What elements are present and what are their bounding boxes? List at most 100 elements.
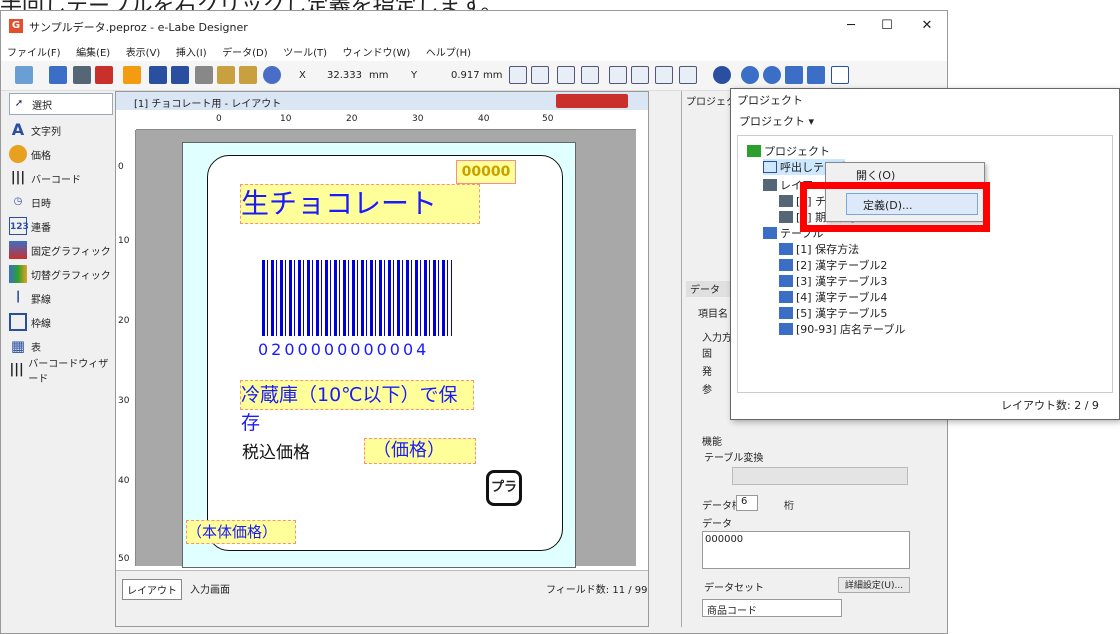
minimize-button[interactable]: ─	[831, 15, 871, 37]
fit-page-icon[interactable]	[785, 66, 803, 84]
tab-input[interactable]: 入力画面	[190, 581, 230, 596]
align-top-icon[interactable]	[609, 66, 627, 84]
line-icon: ┃	[14, 292, 22, 303]
counter-field[interactable]: 00000	[456, 160, 516, 184]
tool-select[interactable]: ➚ 選択	[9, 93, 113, 115]
align-center-icon[interactable]	[557, 66, 575, 84]
align-left-icon[interactable]	[509, 66, 527, 84]
tool-fixed-graphic[interactable]: 固定グラフィック	[9, 239, 113, 261]
close-button[interactable]: ✕	[907, 15, 947, 37]
menu-edit[interactable]: 編集(E)	[70, 41, 116, 62]
distribute-v-icon[interactable]	[679, 66, 697, 84]
radio-reference[interactable]: 参	[702, 381, 712, 396]
menu-file[interactable]: ファイル(F)	[1, 41, 67, 62]
tree-root[interactable]: プロジェクト	[747, 143, 830, 159]
menu-help[interactable]: ヘルプ(H)	[420, 41, 477, 62]
radio-fixed[interactable]: 固	[702, 345, 712, 360]
context-open[interactable]: 開く(O)	[856, 167, 895, 183]
tool-barcode[interactable]: ||| バーコード	[9, 167, 113, 189]
tree-table-1[interactable]: [1] 保存方法	[779, 241, 859, 257]
document-window-controls[interactable]	[556, 94, 628, 108]
ruler-tick: 40	[478, 114, 490, 124]
redo-icon[interactable]	[171, 66, 189, 84]
y-value[interactable]: 0.917	[451, 70, 480, 81]
grid-icon[interactable]	[831, 66, 849, 84]
price-icon	[9, 145, 27, 163]
radio-issue[interactable]: 発	[702, 363, 712, 378]
print-icon[interactable]	[95, 66, 113, 84]
tree-table-3[interactable]: [3] 漢字テーブル3	[779, 273, 887, 289]
zoom-out-icon[interactable]	[763, 66, 781, 84]
item-name-label: 項目名	[698, 309, 728, 320]
cut-icon[interactable]	[195, 66, 213, 84]
undo-icon[interactable]	[149, 66, 167, 84]
help-icon[interactable]	[263, 66, 281, 84]
tree-label: [90-93] 店名テーブル	[796, 323, 906, 336]
storage-field[interactable]: 冷蔵庫（10℃以下）で保存	[240, 380, 474, 434]
tool-serial[interactable]: 123 連番	[9, 215, 113, 237]
layout-canvas[interactable]: 00000 生チョコレート 0200000000004 冷蔵庫（10℃以下）で保…	[136, 130, 636, 568]
tree-table-4[interactable]: [4] 漢字テーブル4	[779, 289, 887, 305]
tool-label: 連番	[31, 222, 51, 234]
tree-table-6[interactable]: [90-93] 店名テーブル	[779, 321, 905, 337]
distribute-icon[interactable]	[581, 66, 599, 84]
tool-switch-graphic[interactable]: 切替グラフィック	[9, 263, 113, 285]
tool-datetime[interactable]: ◷ 日時	[9, 191, 113, 213]
paste-icon[interactable]	[239, 66, 257, 84]
table-convert-select[interactable]	[732, 467, 908, 485]
tool-table[interactable]: ▦ 表	[9, 335, 113, 357]
maximize-button[interactable]: ☐	[867, 15, 907, 37]
tool-label: 価格	[31, 150, 51, 162]
toolbar: X 32.333 mm Y 0.917 mm	[1, 61, 947, 91]
actual-size-icon[interactable]	[807, 66, 825, 84]
tool-label: 文字列	[31, 126, 61, 138]
align-right-icon[interactable]	[531, 66, 549, 84]
align-bottom-icon[interactable]	[631, 66, 649, 84]
tree-table-2[interactable]: [2] 漢字テーブル2	[779, 257, 887, 273]
dataset-select[interactable]: 商品コード	[702, 599, 842, 617]
ruler-tick: 50	[118, 554, 130, 564]
detail-settings-button[interactable]: 詳細設定(U)...	[838, 577, 910, 593]
tree-label: [3] 漢字テーブル3	[796, 275, 888, 288]
layout-document: [1] チョコレート用 - レイアウト 0 10 20 30 40 50 0 1…	[115, 91, 649, 627]
align-middle-icon[interactable]	[655, 66, 673, 84]
rotate-icon[interactable]	[713, 66, 731, 84]
layout-folder-icon	[763, 179, 777, 191]
barcode-bars[interactable]	[262, 260, 452, 336]
digits-input[interactable]: 6	[736, 495, 758, 511]
window-title: サンプルデータ.peproz - e-Labe Designer	[29, 21, 248, 34]
barcode-wizard-icon: |||	[9, 362, 24, 377]
dataset-checkbox[interactable]: データセット	[704, 579, 764, 594]
data-value-input[interactable]: 000000	[702, 531, 910, 569]
tool-line[interactable]: ┃ 罫線	[9, 287, 113, 309]
tool-text[interactable]: A 文字列	[9, 119, 113, 141]
menu-view[interactable]: 表示(V)	[120, 41, 167, 62]
tool-frame[interactable]: 枠線	[9, 311, 113, 333]
menu-tools[interactable]: ツール(T)	[277, 41, 333, 62]
tool-label: 枠線	[31, 318, 51, 330]
highlight-box	[800, 182, 990, 232]
ruler-tick: 10	[118, 236, 130, 246]
price-field[interactable]: （価格）	[364, 438, 476, 464]
tool-barcode-wizard[interactable]: ||| バーコードウィザード	[9, 359, 113, 385]
print-preview-icon[interactable]	[73, 66, 91, 84]
popup-project-dropdown[interactable]: プロジェクト ▾	[739, 113, 814, 129]
menu-window[interactable]: ウィンドウ(W)	[337, 41, 417, 62]
zoom-in-icon[interactable]	[741, 66, 759, 84]
base-price-field[interactable]: （本体価格）	[186, 520, 296, 544]
recycle-mark-icon[interactable]: プラ	[486, 470, 522, 506]
tree-table-5[interactable]: [5] 漢字テーブル5	[779, 305, 887, 321]
table-convert-checkbox[interactable]: テーブル変換	[704, 449, 763, 464]
menu-data[interactable]: データ(D)	[216, 41, 274, 62]
save-icon[interactable]	[49, 66, 67, 84]
product-name-field[interactable]: 生チョコレート	[240, 184, 480, 224]
tab-layout[interactable]: レイアウト	[122, 579, 182, 600]
new-icon[interactable]	[15, 66, 33, 84]
menu-insert[interactable]: 挿入(I)	[170, 41, 213, 62]
switch-graphic-icon	[9, 265, 27, 283]
transfer-icon[interactable]	[123, 66, 141, 84]
field-count: フィールド数: 11 / 99	[546, 585, 648, 596]
x-value[interactable]: 32.333	[327, 70, 362, 81]
tool-price[interactable]: 価格	[9, 143, 113, 165]
copy-icon[interactable]	[217, 66, 235, 84]
